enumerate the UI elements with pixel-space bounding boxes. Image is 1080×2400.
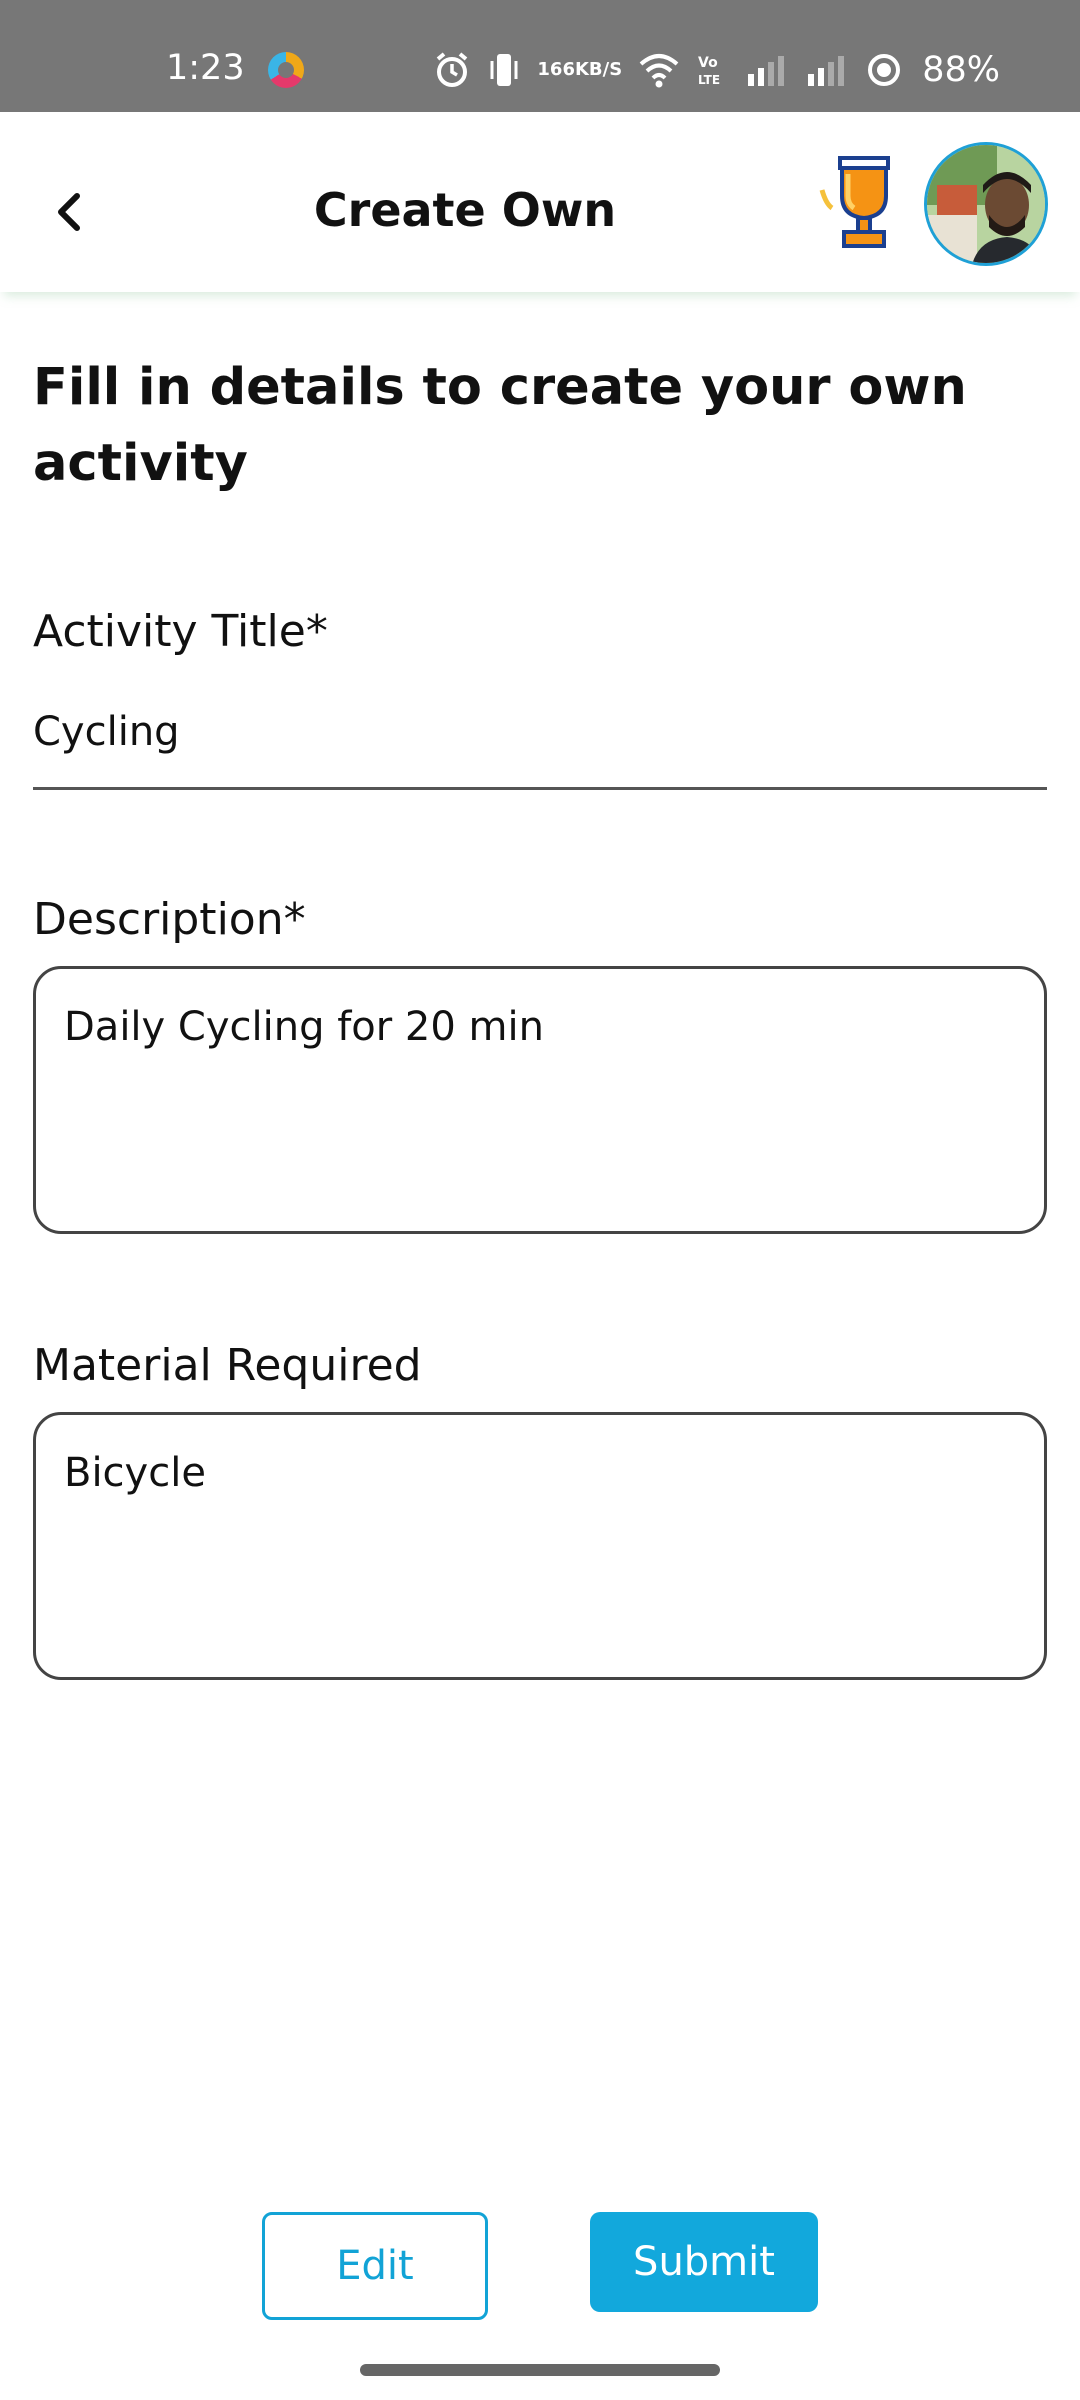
svg-text:Vo: Vo (698, 55, 718, 71)
network-speed: 166 KB/S (537, 61, 622, 79)
trophy-icon[interactable] (818, 152, 898, 252)
battery-percent: 88% (922, 50, 1000, 90)
activity-title-label: Activity Title* (33, 606, 328, 657)
status-bar: 1:23 166 KB/S Vo LTE 88% (0, 0, 1080, 112)
description-label: Description* (33, 894, 306, 945)
volte-icon: Vo LTE (696, 52, 730, 88)
material-required-label: Material Required (33, 1340, 422, 1391)
activity-title-input[interactable]: Cycling (33, 700, 1047, 790)
alarm-icon (433, 51, 471, 89)
form-heading: Fill in details to create your own activ… (33, 358, 967, 493)
edit-button[interactable]: Edit (262, 2212, 488, 2320)
status-time: 1:23 (166, 48, 245, 88)
avatar[interactable] (924, 142, 1048, 266)
battery-icon (866, 52, 902, 88)
signal-icon-2 (806, 54, 850, 86)
speed-unit: KB/S (574, 59, 623, 80)
material-required-textarea[interactable]: Bicycle (33, 1412, 1047, 1680)
status-icons: 166 KB/S Vo LTE 88% (433, 48, 1000, 92)
app-notification-icon (268, 52, 304, 88)
signal-icon (746, 54, 790, 86)
home-indicator[interactable] (360, 2364, 720, 2376)
description-textarea[interactable]: Daily Cycling for 20 min (33, 966, 1047, 1234)
app-bar: Create Own (0, 112, 1080, 292)
submit-button[interactable]: Submit (590, 2212, 818, 2312)
wifi-icon (638, 52, 680, 88)
svg-text:LTE: LTE (698, 73, 720, 87)
page-title: Create Own (313, 183, 617, 237)
vibrate-icon (487, 51, 521, 89)
speed-value: 166 (537, 59, 575, 80)
